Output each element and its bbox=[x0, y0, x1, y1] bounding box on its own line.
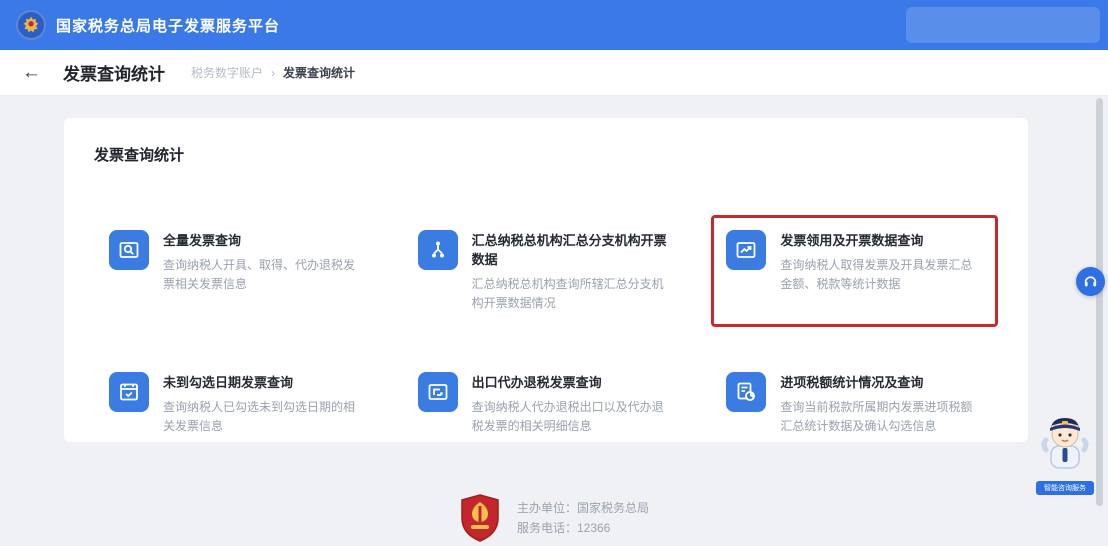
tile-full-invoice-query[interactable]: 全量发票查询 查询纳税人开具、取得、代办退税发票相关发票信息 bbox=[94, 215, 381, 327]
tile-issuance-data-query[interactable]: 发票领用及开票数据查询 查询纳税人取得发票及开具发票汇总金额、税款等统计数据 bbox=[711, 215, 998, 328]
tile-title: 未到勾选日期发票查询 bbox=[163, 375, 294, 391]
app-header: 国家税务总局电子发票服务平台 bbox=[0, 0, 1108, 50]
user-account-area[interactable] bbox=[906, 7, 1100, 43]
breadcrumb: 税务数字账户 › 发票查询统计 bbox=[191, 64, 355, 81]
input-tax-icon bbox=[726, 372, 767, 413]
branch-data-icon bbox=[417, 230, 458, 270]
tile-title: 全量发票查询 bbox=[163, 233, 242, 248]
page-footer: 主办单位：国家税务总局 服务电话：12366 bbox=[0, 494, 1108, 546]
feature-tile-grid: 全量发票查询 查询纳税人开具、取得、代办退税发票相关发票信息 汇总纳税总机构汇总… bbox=[94, 215, 998, 450]
export-refund-icon bbox=[417, 372, 458, 413]
platform-title: 国家税务总局电子发票服务平台 bbox=[56, 17, 281, 35]
date-invoice-icon bbox=[109, 372, 149, 413]
breadcrumb-separator-icon: › bbox=[271, 65, 276, 80]
tile-title: 汇总纳税总机构汇总分支机构开票数据 bbox=[471, 233, 667, 267]
tile-description: 查询纳税人取得发票及开具发票汇总金额、税款等统计数据 bbox=[780, 258, 973, 291]
tile-description: 查询纳税人开具、取得、代办退税发票相关发票信息 bbox=[163, 258, 356, 291]
mascot-label: 智能咨询服务 bbox=[1036, 481, 1094, 495]
page-title: 发票查询统计 bbox=[63, 65, 165, 84]
issuance-data-icon bbox=[726, 230, 767, 270]
tile-description: 查询当前税款所属期内发票进项税额汇总统计数据及确认勾选信息 bbox=[780, 400, 973, 433]
tile-title: 进项税额统计情况及查询 bbox=[780, 375, 924, 391]
back-icon[interactable]: ← bbox=[22, 63, 41, 82]
breadcrumb-parent[interactable]: 税务数字账户 bbox=[191, 64, 263, 81]
invoice-search-icon bbox=[109, 230, 149, 270]
vertical-scrollbar[interactable] bbox=[1096, 98, 1103, 506]
tile-description: 查询纳税人代办退税出口以及代办退税发票的相关明细信息 bbox=[471, 400, 664, 433]
taxation-emblem-icon bbox=[461, 494, 499, 542]
customer-service-button[interactable] bbox=[1076, 267, 1105, 296]
tax-bureau-logo-icon bbox=[16, 10, 46, 40]
card-title: 发票查询统计 bbox=[94, 147, 185, 164]
tile-export-refund-invoice-query[interactable]: 出口代办退税发票查询 查询纳税人代办退税出口以及代办退税发票的相关明细信息 bbox=[403, 357, 690, 450]
footer-phone: 服务电话：12366 bbox=[516, 521, 611, 535]
page-header: ← 发票查询统计 税务数字账户 › 发票查询统计 bbox=[0, 50, 1108, 96]
tile-title: 出口代办退税发票查询 bbox=[471, 375, 602, 391]
tax-officer-mascot-icon bbox=[1041, 418, 1089, 469]
tile-branch-issuance-data[interactable]: 汇总纳税总机构汇总分支机构开票数据 汇总纳税总机构查询所辖汇总分支机构开票数据情… bbox=[403, 215, 690, 327]
tile-uncheckeddate-invoice-query[interactable]: 未到勾选日期发票查询 查询纳税人已勾选未到勾选日期的相关发票信息 bbox=[94, 357, 381, 450]
tile-description: 查询纳税人已勾选未到勾选日期的相关发票信息 bbox=[163, 400, 356, 433]
headset-icon bbox=[1084, 276, 1097, 287]
invoice-query-card: 发票查询统计 全量发票查询 查询纳税人开具、取得、代办退税发票相关发票信息 汇总… bbox=[64, 118, 1028, 442]
assistant-mascot[interactable]: 智能咨询服务 bbox=[1036, 410, 1094, 495]
tile-input-tax-statistics[interactable]: 进项税额统计情况及查询 查询当前税款所属期内发票进项税额汇总统计数据及确认勾选信… bbox=[711, 357, 998, 450]
footer-organizer: 主办单位：国家税务总局 bbox=[516, 501, 649, 515]
tile-description: 汇总纳税总机构查询所辖汇总分支机构开票数据情况 bbox=[471, 277, 664, 310]
tile-title: 发票领用及开票数据查询 bbox=[780, 233, 924, 248]
breadcrumb-current: 发票查询统计 bbox=[283, 66, 356, 80]
